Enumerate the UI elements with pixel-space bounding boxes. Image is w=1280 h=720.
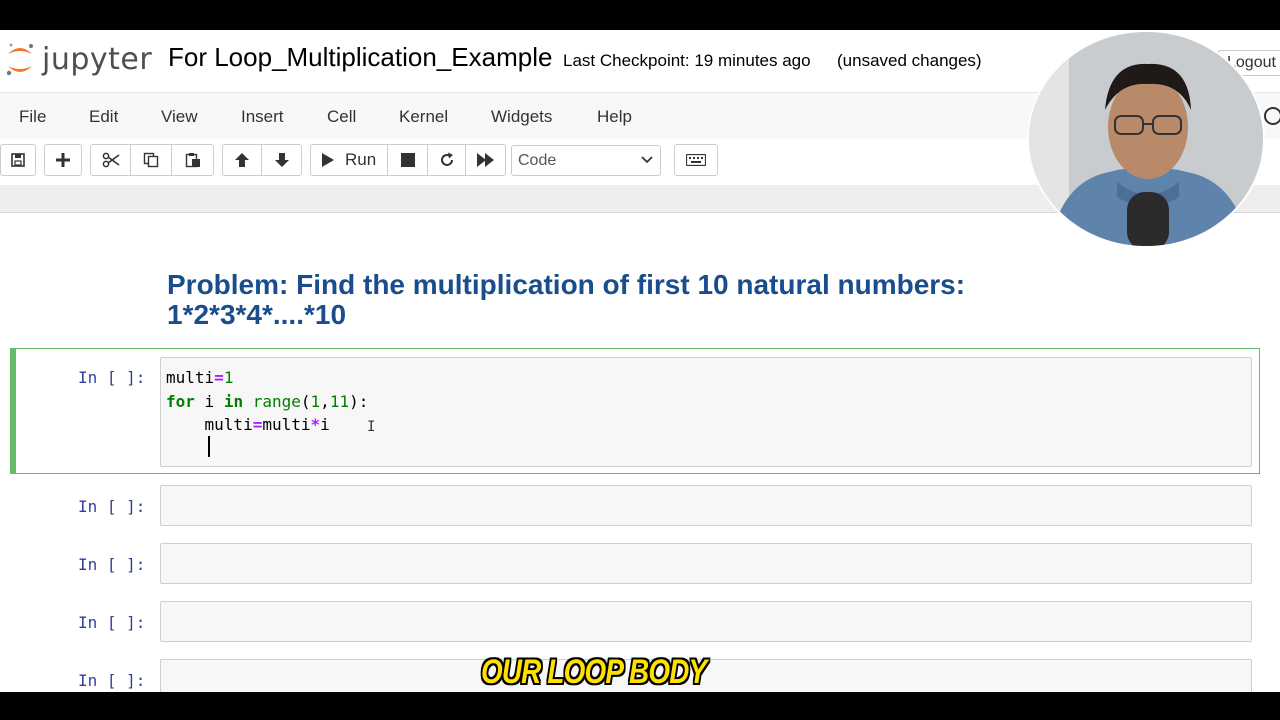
restart-icon <box>440 152 453 166</box>
empty-code-cell[interactable] <box>160 543 1252 584</box>
scissors-icon <box>102 152 119 168</box>
menu-view[interactable]: View <box>161 107 198 127</box>
keyboard-icon <box>686 154 706 166</box>
heading-line-1: Problem: Find the multiplication of firs… <box>167 269 966 300</box>
interrupt-button[interactable] <box>388 144 428 176</box>
checkpoint-status: Last Checkpoint: 19 minutes ago <box>563 51 811 70</box>
unsaved-status: (unsaved changes) <box>837 51 982 70</box>
code-line-3: multi=multi*i <box>166 415 330 434</box>
arrow-up-icon <box>235 153 249 167</box>
menu-help[interactable]: Help <box>597 107 632 127</box>
arrow-down-icon <box>274 153 289 167</box>
run-label: Run <box>345 150 377 169</box>
cell-prompt: In [ ]: <box>78 613 146 632</box>
copy-button[interactable] <box>131 144 172 176</box>
play-icon <box>322 153 334 167</box>
code-editor[interactable]: multi=1 for i in range(1,11): multi=mult… <box>166 366 368 437</box>
cell-prompt: In [ ]: <box>78 671 146 690</box>
notebook-name[interactable]: For Loop_Multiplication_Example <box>168 42 552 73</box>
copy-icon <box>143 152 159 168</box>
markdown-heading[interactable]: Problem: Find the multiplication of firs… <box>167 270 965 330</box>
empty-code-cell[interactable] <box>160 485 1252 526</box>
code-line-1: multi=1 <box>166 368 234 387</box>
stop-icon <box>400 153 415 167</box>
heading-line-2: 1*2*3*4*....*10 <box>167 299 347 330</box>
webcam-overlay <box>1027 30 1265 248</box>
save-icon <box>11 153 25 167</box>
cell-prompt: In [ ]: <box>78 368 146 387</box>
menu-cell[interactable]: Cell <box>327 107 356 127</box>
menu-widgets[interactable]: Widgets <box>491 107 552 127</box>
menu-edit[interactable]: Edit <box>89 107 118 127</box>
jupyter-logo-text[interactable]: jupyter <box>42 42 152 77</box>
cell-type-value: Code <box>518 152 557 169</box>
cell-type-select[interactable]: Code <box>511 145 661 176</box>
presenter-video-icon <box>1029 32 1263 246</box>
chevron-down-icon <box>641 156 653 164</box>
move-up-button[interactable] <box>222 144 262 176</box>
menu-insert[interactable]: Insert <box>241 107 284 127</box>
text-cursor <box>208 436 210 457</box>
restart-run-all-button[interactable] <box>466 144 506 176</box>
cell-prompt: In [ ]: <box>78 497 146 516</box>
jupyter-logo-icon[interactable] <box>4 40 36 80</box>
move-down-button[interactable] <box>262 144 302 176</box>
empty-code-cell[interactable] <box>160 601 1252 642</box>
save-button[interactable] <box>0 144 36 176</box>
menu-file[interactable]: File <box>19 107 46 127</box>
insert-cell-button[interactable] <box>44 144 82 176</box>
kernel-status-icon <box>1264 107 1280 125</box>
jupyter-window: jupyter For Loop_Multiplication_Example … <box>0 30 1280 692</box>
mouse-ibeam-icon: I <box>367 419 376 435</box>
menu-kernel[interactable]: Kernel <box>399 107 448 127</box>
fast-forward-icon <box>476 153 494 167</box>
plus-icon <box>56 153 70 167</box>
run-button[interactable]: Run <box>310 144 388 176</box>
cut-button[interactable] <box>90 144 131 176</box>
command-palette-button[interactable] <box>674 144 718 176</box>
code-line-2: for i in range(1,11): <box>166 391 369 411</box>
video-caption: OUR LOOP BODY <box>481 653 707 691</box>
paste-icon <box>185 153 200 168</box>
cell-prompt: In [ ]: <box>78 555 146 574</box>
paste-button[interactable] <box>172 144 214 176</box>
restart-button[interactable] <box>428 144 466 176</box>
